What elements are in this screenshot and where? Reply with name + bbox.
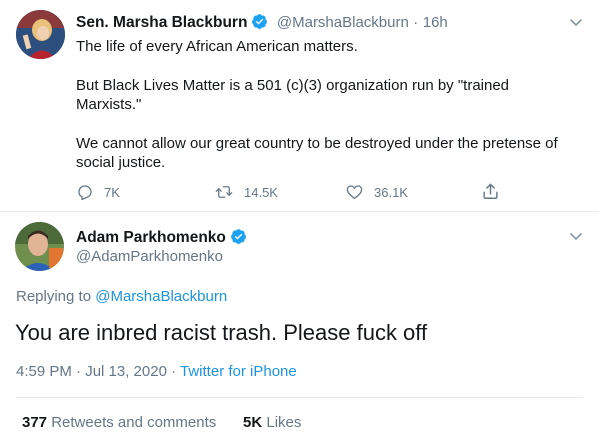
- avatar-image: [15, 222, 64, 271]
- reply-icon: [78, 185, 92, 201]
- tweet2-text: You are inbred racist trash. Please fuck…: [15, 320, 428, 345]
- tweet1-line-1: The life of every African American matte…: [76, 38, 358, 55]
- tweet2-author-handle[interactable]: @AdamParkhomenko: [76, 248, 223, 265]
- retweet-button[interactable]: 14.5K: [214, 183, 278, 201]
- tweet1-time[interactable]: 16h: [423, 14, 448, 31]
- tweet2-source[interactable]: Twitter for iPhone: [180, 363, 297, 380]
- retweets-count: 377: [22, 414, 48, 431]
- avatar-image: [16, 10, 65, 59]
- tweet1-line-4: We cannot allow our great country to be …: [76, 135, 558, 152]
- avatar-marsha-blackburn[interactable]: [16, 10, 65, 59]
- likes-count: 5K: [243, 414, 263, 431]
- tweet1-line-2: But Black Lives Matter is a 501 (c)(3) o…: [76, 77, 510, 94]
- tweet2-meta: 4:59 PM · Jul 13, 2020 · Twitter for iPh…: [16, 363, 297, 380]
- share-icon[interactable]: [481, 182, 500, 201]
- heart-icon: [346, 185, 363, 200]
- tweet2-meta-separator: ·: [171, 363, 177, 380]
- like-button[interactable]: 36.1K: [345, 183, 408, 201]
- tweet1-line-3: Marxists.": [76, 96, 142, 113]
- tweet-divider: [0, 211, 599, 212]
- retweets-label: Retweets and comments: [51, 414, 217, 431]
- reply-button[interactable]: 7K: [76, 183, 120, 201]
- likes-label: Likes: [266, 414, 302, 431]
- verified-badge-icon: [252, 14, 268, 29]
- tweet1-author-handle[interactable]: @MarshaBlackburn: [277, 14, 409, 31]
- reply-count: 7K: [104, 184, 120, 200]
- replying-to: Replying to @MarshaBlackburn: [16, 288, 227, 305]
- tweet2-header: Adam Parkhomenko: [76, 228, 247, 247]
- tweet1-author-name[interactable]: Sen. Marsha Blackburn: [76, 14, 247, 31]
- avatar-adam-parkhomenko[interactable]: [15, 222, 64, 271]
- chevron-down-icon[interactable]: [568, 228, 584, 244]
- like-count: 36.1K: [374, 184, 408, 200]
- retweet-count: 14.5K: [244, 184, 278, 200]
- replying-to-label: Replying to: [16, 288, 92, 305]
- retweets-stat[interactable]: 377 Retweets and comments: [22, 414, 216, 431]
- stats-divider-top: [16, 397, 583, 398]
- chevron-down-icon[interactable]: [568, 14, 584, 30]
- tweet1-header: Sen. Marsha Blackburn @MarshaBlackburn ·…: [76, 13, 448, 32]
- tweet1-dot: ·: [413, 14, 419, 31]
- verified-badge-icon: [230, 229, 246, 244]
- tweet1-line-5: social justice.: [76, 154, 166, 171]
- tweet2-author-name[interactable]: Adam Parkhomenko: [76, 229, 226, 246]
- retweet-icon: [215, 186, 233, 198]
- replying-to-handle[interactable]: @MarshaBlackburn: [95, 288, 227, 305]
- likes-stat[interactable]: 5K Likes: [243, 414, 301, 431]
- tweet2-timestamp[interactable]: 4:59 PM · Jul 13, 2020: [16, 363, 167, 380]
